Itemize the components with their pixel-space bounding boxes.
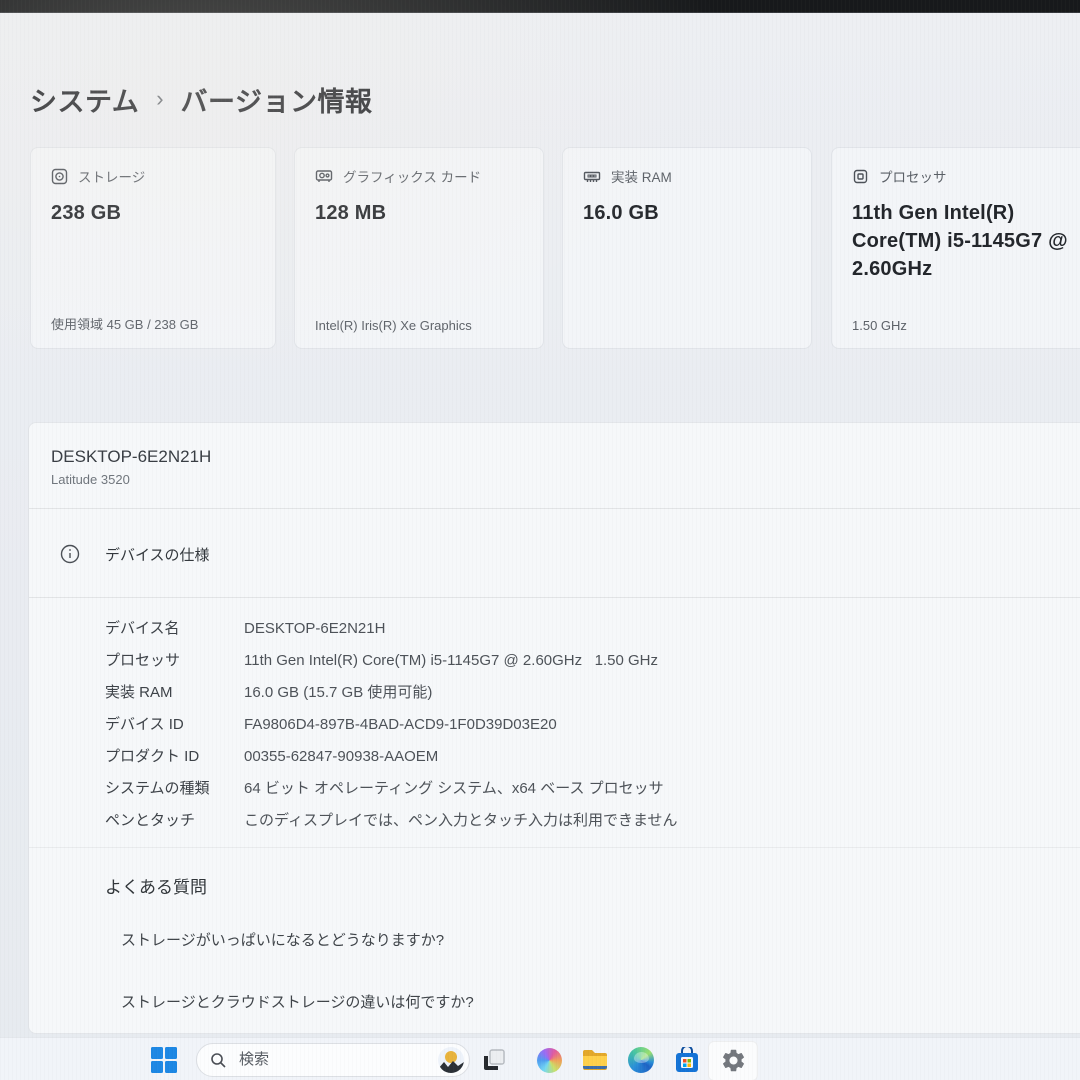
graphics-card: グラフィックス カード 128 MB Intel(R) Iris(R) Xe G…: [294, 147, 544, 349]
microsoft-store-button[interactable]: [672, 1045, 702, 1075]
card-footer: 使用領域 45 GB / 238 GB: [51, 314, 198, 333]
section-title: デバイスの仕様: [105, 544, 210, 565]
copilot-button[interactable]: [534, 1045, 564, 1075]
spec-label: デバイス名: [105, 613, 244, 645]
taskbar: 検索: [0, 1037, 1080, 1080]
task-view-button[interactable]: [479, 1045, 509, 1075]
storage-icon: [51, 168, 68, 185]
taskbar-search[interactable]: 検索: [196, 1043, 470, 1077]
edge-button[interactable]: [626, 1045, 656, 1075]
spec-value: 16.0 GB (15.7 GB 使用可能): [244, 677, 1047, 709]
copilot-icon: [537, 1048, 562, 1073]
task-view-icon: [481, 1047, 507, 1073]
file-explorer-button[interactable]: [580, 1045, 610, 1075]
divider: [29, 847, 1080, 848]
search-icon: [210, 1052, 227, 1069]
spec-label: プロダクト ID: [105, 741, 244, 773]
spec-label: 実装 RAM: [105, 677, 244, 709]
breadcrumb-system[interactable]: システム: [30, 80, 139, 119]
monitor-bezel: [0, 0, 1080, 13]
divider: [29, 508, 1080, 509]
info-icon: [59, 543, 81, 565]
spec-value: FA9806D4-897B-4BAD-ACD9-1F0D39D03E20: [244, 709, 1047, 741]
card-footer: 1.50 GHz: [852, 318, 907, 333]
spec-value: DESKTOP-6E2N21H: [244, 613, 1047, 645]
about-panel: DESKTOP-6E2N21H Latitude 3520 デバイスの仕様 デバ…: [28, 422, 1080, 1034]
edge-icon: [628, 1047, 654, 1073]
page-title: バージョン情報: [181, 80, 373, 119]
device-name: DESKTOP-6E2N21H: [51, 447, 211, 467]
card-value: 16.0 GB: [583, 199, 791, 227]
spec-label: ペンとタッチ: [105, 805, 244, 837]
card-label: 実装 RAM: [611, 166, 672, 186]
ram-icon: [583, 169, 601, 184]
file-explorer-icon: [581, 1047, 609, 1073]
card-value: 128 MB: [315, 199, 523, 227]
windows-logo-icon: [151, 1047, 177, 1073]
device-model: Latitude 3520: [51, 472, 130, 487]
device-specs-table: デバイス名 DESKTOP-6E2N21H プロセッサ 11th Gen Int…: [105, 613, 1047, 837]
settings-gear-icon: [720, 1047, 747, 1074]
card-value: 238 GB: [51, 199, 255, 227]
spec-label: デバイス ID: [105, 709, 244, 741]
search-highlights-icon[interactable]: [438, 1047, 464, 1073]
gpu-icon: [315, 168, 333, 184]
settings-about-screen: システム › バージョン情報 ストレージ 238 GB 使用領域 45 GB /…: [0, 0, 1080, 1080]
start-button[interactable]: [149, 1045, 179, 1075]
storage-card: ストレージ 238 GB 使用領域 45 GB / 238 GB: [30, 147, 276, 349]
settings-button[interactable]: [718, 1045, 748, 1075]
spec-value: 00355-62847-90938-AAOEM: [244, 741, 1047, 773]
device-specs-expander[interactable]: デバイスの仕様: [59, 543, 210, 565]
card-value: 11th Gen Intel(R) Core(TM) i5-1145G7 @ 2…: [852, 199, 1072, 283]
card-label: プロセッサ: [879, 166, 947, 186]
ram-card: 実装 RAM 16.0 GB: [562, 147, 812, 349]
spec-value: このディスプレイでは、ペン入力とタッチ入力は利用できません: [244, 805, 1047, 837]
card-label: ストレージ: [78, 166, 145, 186]
spec-label: システムの種類: [105, 773, 244, 805]
card-label: グラフィックス カード: [343, 166, 481, 186]
cpu-icon: [852, 168, 869, 185]
spec-value: 64 ビット オペレーティング システム、x64 ベース プロセッサ: [244, 773, 1047, 805]
divider: [29, 597, 1080, 598]
faq-title: よくある質問: [105, 873, 207, 898]
card-footer: Intel(R) Iris(R) Xe Graphics: [315, 318, 472, 333]
search-placeholder: 検索: [239, 1044, 269, 1076]
spec-label: プロセッサ: [105, 645, 244, 677]
breadcrumb: システム › バージョン情報: [30, 80, 373, 119]
processor-card: プロセッサ 11th Gen Intel(R) Core(TM) i5-1145…: [831, 147, 1080, 349]
microsoft-store-icon: [674, 1047, 700, 1074]
spec-value: 11th Gen Intel(R) Core(TM) i5-1145G7 @ 2…: [244, 645, 1047, 677]
faq-question-storage-full[interactable]: ストレージがいっぱいになるとどうなりますか?: [121, 929, 444, 950]
chevron-right-icon: ›: [156, 86, 163, 112]
faq-question-cloud-storage[interactable]: ストレージとクラウドストレージの違いは何ですか?: [121, 991, 474, 1012]
